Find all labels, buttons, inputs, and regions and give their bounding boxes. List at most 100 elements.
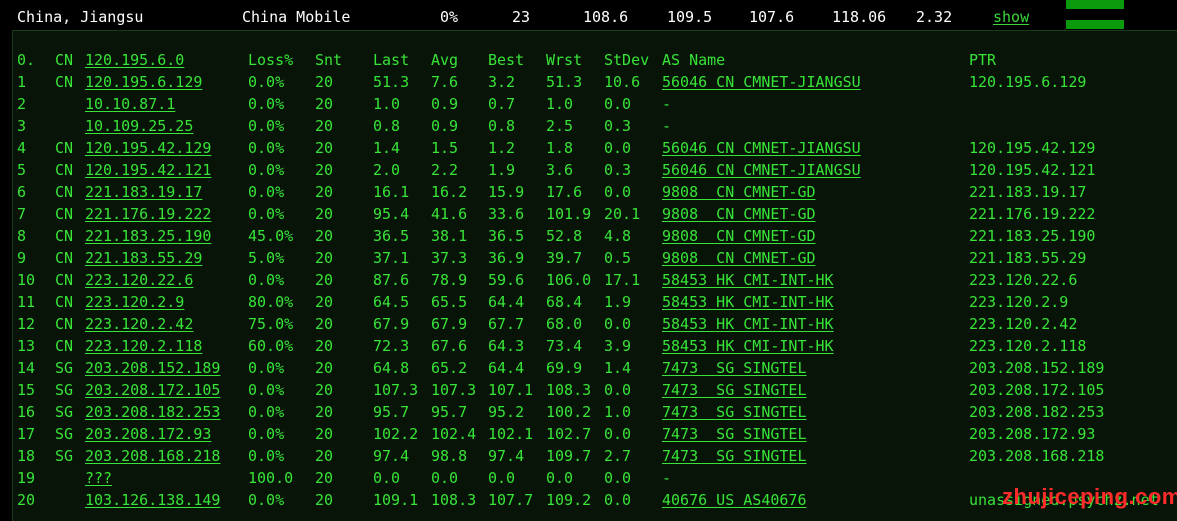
hop-index: 6 <box>17 183 27 201</box>
header-ip-link[interactable]: 120.195.6.0 <box>85 51 184 69</box>
hop-last: 2.0 <box>373 161 401 179</box>
hop-as-link[interactable]: 7473 SG SINGTEL <box>662 447 807 465</box>
header-wrst: Wrst <box>546 51 583 69</box>
hop-last: 95.7 <box>373 403 410 421</box>
hop-loss: 0.0% <box>248 381 285 399</box>
hop-ptr: 223.120.22.6 <box>969 271 1078 289</box>
hop-ip-link[interactable]: 203.208.172.105 <box>85 381 220 399</box>
hop-best: 36.9 <box>488 249 525 267</box>
hop-ip-link[interactable]: ??? <box>85 469 112 487</box>
hop-ip-link[interactable]: 103.126.138.149 <box>85 491 220 509</box>
hop-stdev: 0.5 <box>604 249 632 267</box>
hop-ip-link[interactable]: 203.208.172.93 <box>85 425 211 443</box>
hop-loss: 0.0% <box>248 271 285 289</box>
hop-as-link[interactable]: 7473 SG SINGTEL <box>662 403 807 421</box>
hop-stdev: 17.1 <box>604 271 641 289</box>
hop-as-link[interactable]: 40676 US AS40676 <box>662 491 807 509</box>
hop-as-link[interactable]: 58453 HK CMI-INT-HK <box>662 315 834 333</box>
hop-best: 67.7 <box>488 315 525 333</box>
hop-index: 2 <box>17 95 27 113</box>
hop-ip-link[interactable]: 120.195.42.129 <box>85 139 211 157</box>
hop-loss: 0.0% <box>248 359 285 377</box>
hop-worst: 52.8 <box>546 227 583 245</box>
hop-ip-link[interactable]: 203.208.152.189 <box>85 359 220 377</box>
table-row: 9 CN 221.183.55.29 5.0% 20 37.1 37.3 36.9 39.7 0.… <box>0 247 1177 269</box>
hop-as-link[interactable]: 56046 CN CMNET-JIANGSU <box>662 73 861 91</box>
status-bar-top <box>1066 0 1124 9</box>
hop-ip-link[interactable]: 10.10.87.1 <box>85 95 175 113</box>
hop-ip-link[interactable]: 221.183.55.29 <box>85 249 202 267</box>
hop-loss: 0.0% <box>248 73 285 91</box>
hop-as-link: - <box>662 117 672 135</box>
hop-avg: 0.9 <box>431 95 459 113</box>
hop-ip-link[interactable]: 223.120.2.42 <box>85 315 193 333</box>
hop-ip-link[interactable]: 203.208.182.253 <box>85 403 220 421</box>
hop-worst: 2.5 <box>546 117 574 135</box>
hop-worst: 69.9 <box>546 359 583 377</box>
hop-ip-link[interactable]: 10.109.25.25 <box>85 117 193 135</box>
hop-index: 4 <box>17 139 27 157</box>
hop-ip-link[interactable]: 223.120.2.118 <box>85 337 202 355</box>
table-row: 10 CN 223.120.22.6 0.0% 20 87.6 78.9 59.6 106.0 1… <box>0 269 1177 291</box>
hop-best: 1.9 <box>488 161 516 179</box>
hop-ip-link[interactable]: 223.120.22.6 <box>85 271 193 289</box>
hop-sent: 20 <box>315 425 334 443</box>
hop-stdev: 0.0 <box>604 425 632 443</box>
hop-as-link[interactable]: 7473 SG SINGTEL <box>662 381 807 399</box>
hop-ip-link[interactable]: 223.120.2.9 <box>85 293 184 311</box>
hop-country: CN <box>55 271 74 289</box>
hop-ip-link[interactable]: 120.195.42.121 <box>85 161 211 179</box>
hop-ip-link[interactable]: 221.176.19.222 <box>85 205 211 223</box>
hop-country: CN <box>55 293 74 311</box>
hop-as-link[interactable]: 58453 HK CMI-INT-HK <box>662 337 834 355</box>
header-loss: Loss% <box>248 51 294 69</box>
hop-as-link[interactable]: 9808 CN CMNET-GD <box>662 227 816 245</box>
hop-sent: 20 <box>315 315 334 333</box>
hop-best: 33.6 <box>488 205 525 223</box>
hop-ip-link[interactable]: 203.208.168.218 <box>85 447 220 465</box>
hop-sent: 20 <box>315 161 334 179</box>
hop-last: 72.3 <box>373 337 410 355</box>
hop-loss: 0.0% <box>248 491 285 509</box>
hop-as-link[interactable]: 56046 CN CMNET-JIANGSU <box>662 139 861 157</box>
summary-stdev: 2.32 <box>916 8 953 26</box>
hop-sent: 20 <box>315 117 334 135</box>
hop-sent: 20 <box>315 337 334 355</box>
summary-best: 107.6 <box>749 8 795 26</box>
table-row: 4 CN 120.195.42.129 0.0% 20 1.4 1.5 1.2 1.8 0.0 56… <box>0 137 1177 159</box>
hop-index: 1 <box>17 73 27 91</box>
hop-stdev: 0.0 <box>604 491 632 509</box>
hop-last: 1.0 <box>373 95 401 113</box>
hop-as-link[interactable]: 58453 HK CMI-INT-HK <box>662 293 834 311</box>
watermark-text: zhujiceping.com <box>1002 484 1177 509</box>
hop-sent: 20 <box>315 73 334 91</box>
table-row: 6 CN 221.183.19.17 0.0% 20 16.1 16.2 15.9 17.6 0.… <box>0 181 1177 203</box>
hop-best: 64.4 <box>488 359 525 377</box>
hop-avg: 78.9 <box>431 271 468 289</box>
hop-loss: 5.0% <box>248 249 285 267</box>
hop-as-link[interactable]: 9808 CN CMNET-GD <box>662 249 816 267</box>
hop-best: 107.1 <box>488 381 534 399</box>
hop-as-link[interactable]: 58453 HK CMI-INT-HK <box>662 271 834 289</box>
show-link[interactable]: show <box>993 8 1029 26</box>
hop-last: 64.5 <box>373 293 410 311</box>
hop-worst: 106.0 <box>546 271 592 289</box>
hop-ptr: 120.195.42.129 <box>969 139 1096 157</box>
table-row: 1 CN 120.195.6.129 0.0% 20 51.3 7.6 3.2 51.3 10.6… <box>0 71 1177 93</box>
hop-worst: 109.2 <box>546 491 592 509</box>
hop-as-link[interactable]: 9808 CN CMNET-GD <box>662 183 816 201</box>
hop-worst: 0.0 <box>546 469 574 487</box>
hop-last: 107.3 <box>373 381 419 399</box>
hop-as-link[interactable]: 56046 CN CMNET-JIANGSU <box>662 161 861 179</box>
hop-as-link[interactable]: 7473 SG SINGTEL <box>662 359 807 377</box>
hop-index: 7 <box>17 205 27 223</box>
hop-sent: 20 <box>315 183 334 201</box>
hop-ip-link[interactable]: 120.195.6.129 <box>85 73 202 91</box>
header-stdev: StDev <box>604 51 650 69</box>
hop-country: CN <box>55 73 74 91</box>
hop-as-link[interactable]: 7473 SG SINGTEL <box>662 425 807 443</box>
hop-ip-link[interactable]: 221.183.25.190 <box>85 227 211 245</box>
hop-best: 15.9 <box>488 183 525 201</box>
hop-ip-link[interactable]: 221.183.19.17 <box>85 183 202 201</box>
hop-as-link[interactable]: 9808 CN CMNET-GD <box>662 205 816 223</box>
